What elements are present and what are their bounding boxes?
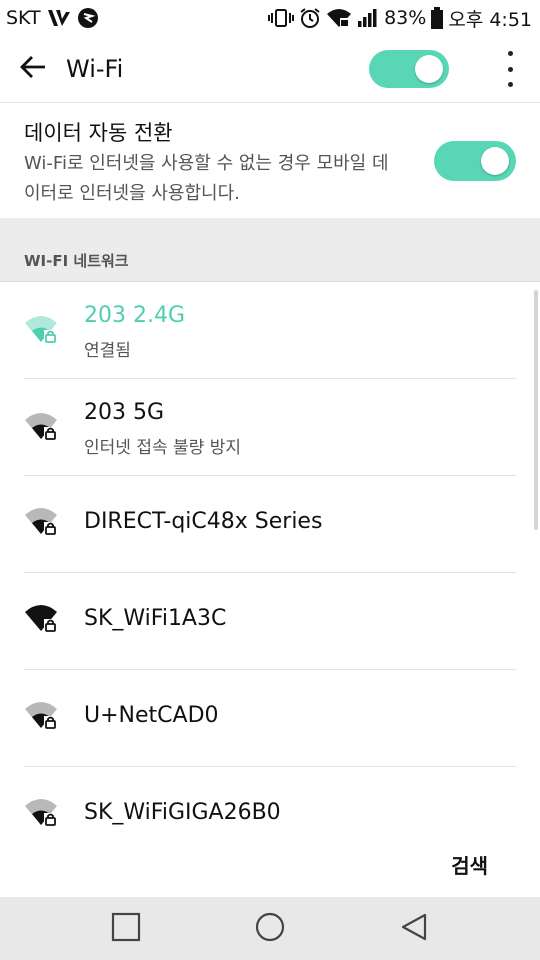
app-notification-icon <box>77 7 99 29</box>
home-button[interactable] <box>246 905 294 953</box>
auto-switch-toggle-knob <box>481 147 509 175</box>
wifi-lock-icon <box>24 506 60 538</box>
footer-bar: 검색 <box>0 830 540 897</box>
network-row[interactable]: SK_WiFiGIGA26B0 <box>0 767 540 830</box>
back-arrow-icon <box>19 55 47 83</box>
recents-square-icon <box>111 912 141 946</box>
battery-percent: 83% <box>384 7 427 29</box>
scrollbar[interactable] <box>534 290 538 530</box>
network-row[interactable]: SK_WiFi1A3C <box>0 573 540 670</box>
overflow-menu-icon <box>507 51 513 56</box>
network-row[interactable]: U+NetCAD0 <box>0 670 540 767</box>
nav-back-button[interactable] <box>390 905 438 953</box>
wifi-lock-icon <box>24 603 60 635</box>
clock: 오후 4:51 <box>448 8 532 31</box>
network-status: 인터넷 접속 불량 방지 <box>84 438 241 458</box>
battery-icon <box>431 7 444 29</box>
home-circle-icon <box>254 911 286 947</box>
search-button[interactable]: 검색 <box>451 850 488 879</box>
carrier-logo-icon <box>47 8 71 28</box>
auto-switch-title: 데이터 자동 전환 <box>24 121 173 145</box>
wifi-lock-icon <box>24 797 60 829</box>
status-bar: SKT 83% 오후 4:51 <box>0 0 540 36</box>
vibrate-icon <box>268 8 295 28</box>
recents-button[interactable] <box>102 905 150 953</box>
carrier-label: SKT <box>6 7 41 29</box>
back-triangle-icon <box>399 912 429 946</box>
overflow-menu-button[interactable] <box>498 51 522 87</box>
wifi-toggle-knob <box>415 55 443 83</box>
wifi-lock-icon <box>24 314 60 346</box>
network-ssid: 203 5G <box>84 400 165 425</box>
auto-switch-description: Wi-Fi로 인터넷을 사용할 수 없는 경우 모바일 데이터로 인터넷을 사용… <box>24 153 389 204</box>
alarm-icon <box>299 7 321 29</box>
network-status: 연결됨 <box>84 341 131 361</box>
auto-switch-toggle[interactable] <box>434 141 516 181</box>
network-ssid: 203 2.4G <box>84 303 186 328</box>
network-row[interactable]: 203 5G 인터넷 접속 불량 방지 <box>0 379 540 476</box>
wifi-toggle[interactable] <box>369 50 449 88</box>
network-ssid: SK_WiFi1A3C <box>84 606 227 631</box>
network-ssid: SK_WiFiGIGA26B0 <box>84 800 281 825</box>
section-label: WI-FI 네트워크 <box>24 252 129 270</box>
auto-data-switch-setting[interactable]: 데이터 자동 전환 Wi-Fi로 인터넷을 사용할 수 없는 경우 모바일 데이… <box>0 103 540 218</box>
page-title: Wi-Fi <box>66 55 124 83</box>
wifi-lock-icon <box>24 411 60 443</box>
cellular-signal-icon <box>357 8 379 28</box>
section-header: WI-FI 네트워크 <box>0 218 540 282</box>
network-row[interactable]: 203 2.4G 연결됨 <box>0 282 540 379</box>
navigation-bar <box>0 897 540 960</box>
network-row[interactable]: DIRECT-qiC48x Series <box>0 476 540 573</box>
network-list[interactable]: 203 2.4G 연결됨 203 5G 인터넷 접속 불량 방지 DIRECT-… <box>0 282 540 830</box>
app-bar: Wi-Fi <box>0 36 540 103</box>
wifi-signal-icon <box>326 8 352 28</box>
network-ssid: U+NetCAD0 <box>84 703 219 728</box>
network-ssid: DIRECT-qiC48x Series <box>84 509 323 534</box>
wifi-lock-icon <box>24 700 60 732</box>
back-button[interactable] <box>0 36 66 102</box>
